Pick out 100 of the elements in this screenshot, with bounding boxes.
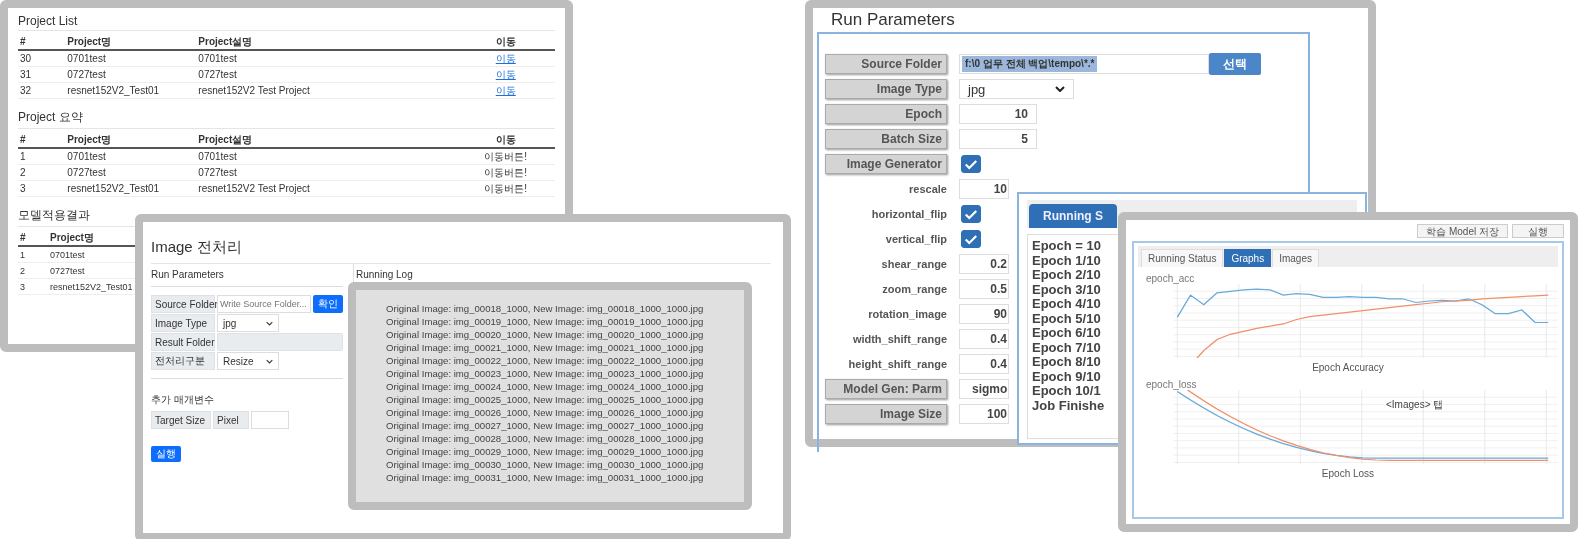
parameter-label: vertical_flip [885, 233, 947, 245]
checkmark-icon [964, 158, 978, 170]
column-header: Project설명 [198, 132, 254, 147]
parameter-label: width_shift_range [852, 333, 947, 345]
move-link[interactable]: 이동 [495, 52, 516, 64]
log-line: Job Finishe [1032, 398, 1105, 413]
checkmark-icon [964, 233, 978, 245]
field-label: 전처리구분 [151, 352, 215, 370]
table-cell-text: 1 [19, 249, 26, 260]
source-folder-field[interactable]: Write Source Folder... [217, 295, 311, 313]
parameter-field[interactable]: 0.2 [959, 254, 1009, 274]
axis-label: epoch_loss [1146, 379, 1197, 390]
chevron-down-icon [266, 320, 273, 326]
parameter-label-button[interactable]: Batch Size [825, 129, 947, 149]
checkbox[interactable] [961, 155, 981, 173]
table-cell-text: 1 [19, 151, 27, 162]
table-cell-text: 31 [19, 69, 33, 80]
parameter-label-button[interactable]: Epoch [825, 104, 947, 124]
checkbox[interactable] [961, 205, 981, 223]
log-line: Epoch 9/10 [1032, 369, 1101, 384]
table-cell-text: 0701test [198, 151, 238, 162]
column-header: Project명 [50, 230, 94, 245]
checkmark-icon [964, 208, 978, 220]
log-line: Epoch 6/10 [1032, 326, 1101, 341]
table-cell: 이동버튼! [484, 166, 528, 178]
parameter-label: rescale [909, 183, 947, 195]
table-cell: 이동버튼! [484, 182, 528, 194]
parameter-label-button[interactable]: Source Folder [825, 54, 947, 74]
table-cell: 0701test [50, 249, 85, 260]
tab[interactable]: Running S [1029, 204, 1117, 228]
column-header: # [19, 36, 27, 47]
parameter-label-button[interactable]: Image Generator [825, 154, 947, 174]
section-heading: Running Log [356, 268, 414, 282]
parameter-field[interactable]: 100 [959, 404, 1009, 424]
move-link[interactable]: 이동 [495, 68, 516, 80]
window-title: Run Parameters [830, 9, 956, 31]
chart-caption: Epoch Accuracy [1312, 362, 1384, 373]
log-line: Epoch 10/1 [1032, 384, 1101, 399]
table-cell-text: 0727test [67, 69, 107, 80]
parameter-label: zoom_range [882, 283, 947, 295]
select-field[interactable]: jpg [217, 314, 279, 332]
log-line: Original Image: img_00021_1000, New Image: img_00021_1000_1000.jpg [386, 341, 705, 354]
unit-label: Pixel [213, 411, 249, 429]
action-button[interactable]: 학습 Model 저장 [1417, 224, 1508, 238]
table-cell-text: resnet152V2_Test01 [67, 183, 161, 194]
parameter-label: height_shift_range [848, 358, 947, 370]
section-heading: Run Parameters [151, 264, 343, 287]
log-line: Epoch 3/10 [1032, 282, 1101, 297]
log-line: Original Image: img_00022_1000, New Image: img_00022_1000_1000.jpg [386, 354, 705, 367]
move-link[interactable]: 이동 [495, 84, 516, 96]
field-label: Image Type [151, 314, 215, 332]
log-line: Epoch 5/10 [1032, 311, 1101, 326]
log-line: Epoch = 10 [1032, 239, 1101, 254]
parameter-label-button[interactable]: Image Type [825, 79, 947, 99]
parameter-label: shear_range [881, 258, 947, 270]
column-header: # [19, 134, 27, 145]
select-field[interactable]: Resize [217, 352, 279, 370]
column-header: 이동 [494, 34, 517, 49]
log-line: Original Image: img_00026_1000, New Image: img_00026_1000_1000.jpg [386, 406, 705, 419]
parameter-field[interactable]: 90 [959, 304, 1009, 324]
log-line: Epoch 7/10 [1032, 340, 1101, 355]
parameter-field[interactable]: sigmo [959, 379, 1009, 399]
parameter-field[interactable]: 0.4 [959, 329, 1009, 349]
checkbox[interactable] [961, 230, 981, 248]
confirm-button[interactable]: 확인 [313, 295, 343, 313]
chart-caption: Epoch Loss [1321, 468, 1375, 479]
target-size-field[interactable] [251, 411, 289, 429]
log-line: Original Image: img_00030_1000, New Image: img_00030_1000_1000.jpg [386, 458, 705, 471]
table-cell-text: resnet152V2_Test01 [67, 85, 161, 96]
parameter-field[interactable]: 5 [959, 129, 1037, 149]
tab[interactable]: Graphs [1224, 249, 1272, 267]
action-button[interactable]: 실행 [1512, 224, 1564, 238]
source-folder-field[interactable]: f:\0 업무 전체 백업\tempo\*.* [959, 54, 1209, 74]
table-cell-text: 3 [19, 183, 27, 194]
parameter-field[interactable]: 10 [959, 179, 1009, 199]
parameter-field[interactable]: 10 [959, 104, 1037, 124]
log-line: Epoch 8/10 [1032, 355, 1101, 370]
image-type-select[interactable]: jpg [959, 79, 1074, 99]
column-header: 이동 [494, 132, 517, 147]
select-button[interactable]: 선택 [1209, 53, 1261, 75]
table-cell-text: 0727test [198, 69, 238, 80]
chevron-down-icon [1055, 86, 1065, 92]
section-title: Project 요약 [18, 107, 555, 129]
column-header: Project명 [67, 132, 113, 147]
field-label: Source Folder [151, 295, 215, 313]
parameter-label-button[interactable]: Model Gen: Parm [825, 379, 947, 399]
table-cell-text: 32 [19, 85, 33, 96]
parameter-field[interactable]: 0.4 [959, 354, 1009, 374]
section-title: Project List [18, 12, 555, 31]
table-cell-text: 2 [19, 265, 26, 276]
tab[interactable]: Images [1272, 249, 1319, 267]
parameter-field[interactable]: 0.5 [959, 279, 1009, 299]
parameter-label-button[interactable]: Image Size [825, 404, 947, 424]
log-line: Original Image: img_00028_1000, New Image: img_00028_1000_1000.jpg [386, 432, 705, 445]
axis-label: epoch_acc [1146, 273, 1195, 284]
table-cell-text: 30 [19, 53, 33, 64]
tab[interactable]: Running Status [1141, 249, 1224, 267]
log-line: Original Image: img_00019_1000, New Image: img_00019_1000_1000.jpg [386, 315, 705, 328]
run-button[interactable]: 실행 [151, 446, 181, 462]
table-cell-text: 0701test [67, 53, 107, 64]
